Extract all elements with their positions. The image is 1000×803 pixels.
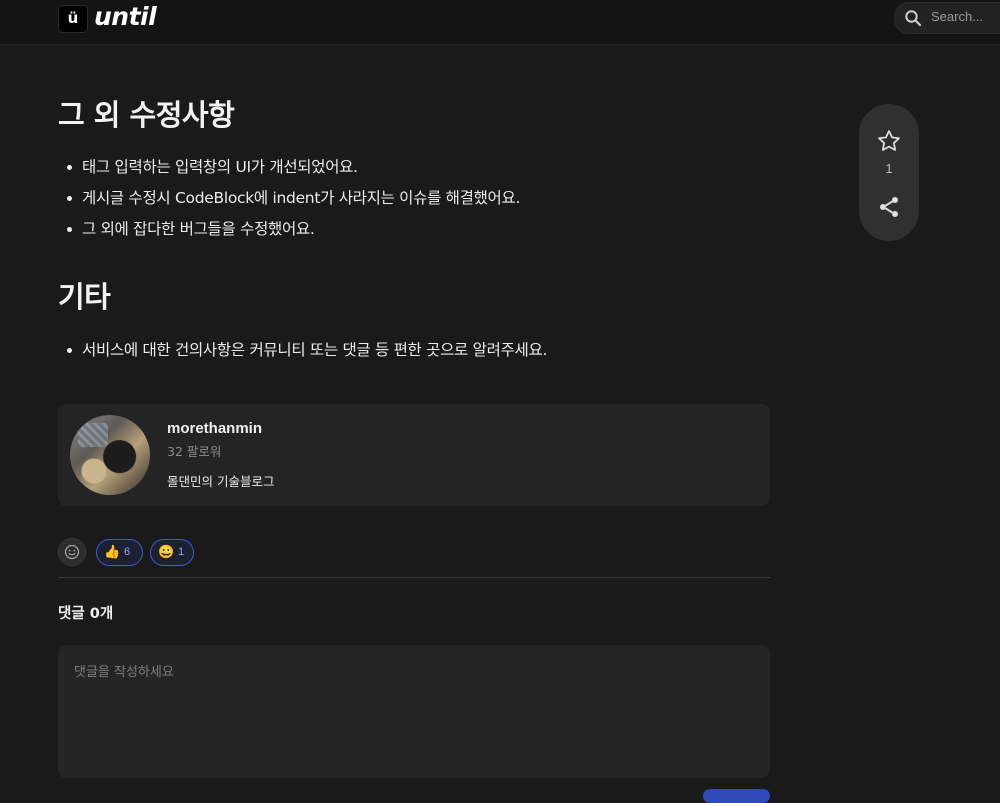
author-followers[interactable]: 32 팔로워	[167, 441, 221, 460]
share-icon[interactable]	[877, 195, 901, 219]
list-item: 서비스에 대한 건의사항은 커뮤니티 또는 댓글 등 편한 곳으로 알려주세요.	[58, 340, 547, 371]
comments-count-title: 댓글 0개	[58, 606, 114, 622]
fixes-list: 태그 입력하는 입력창의 UI가 개선되었어요. 게시글 수정시 CodeBlo…	[58, 157, 520, 250]
smiley-icon	[64, 544, 80, 560]
author-name[interactable]: morethanmin	[167, 420, 262, 437]
submit-comment-button[interactable]	[703, 789, 770, 803]
author-bio: 몰댄민의 기술블로그	[167, 474, 275, 489]
add-reaction-button[interactable]	[58, 538, 86, 566]
like-count: 1	[885, 161, 893, 176]
reaction-thumbs-up[interactable]: 👍 6	[96, 539, 143, 566]
author-avatar[interactable]	[70, 415, 150, 495]
thumbs-up-icon: 👍	[104, 544, 121, 559]
star-icon[interactable]	[876, 128, 902, 154]
logo-badge[interactable]: ü	[58, 5, 88, 33]
section-heading-etc: 기타	[58, 280, 111, 314]
top-header: ü until	[0, 0, 1000, 45]
section-heading-fixes: 그 외 수정사항	[58, 98, 235, 132]
search-icon	[905, 10, 922, 27]
author-card: morethanmin 32 팔로워 몰댄민의 기술블로그	[58, 404, 770, 506]
list-item: 태그 입력하는 입력창의 UI가 개선되었어요.	[58, 157, 520, 188]
list-item: 그 외에 잡다한 버그들을 수정했어요.	[58, 219, 520, 250]
divider	[58, 577, 770, 578]
list-item: 게시글 수정시 CodeBlock에 indent가 사라지는 이슈를 해결했어…	[58, 188, 520, 219]
etc-list: 서비스에 대한 건의사항은 커뮤니티 또는 댓글 등 편한 곳으로 알려주세요.	[58, 340, 547, 371]
search-input[interactable]	[931, 9, 1000, 24]
search-bar[interactable]	[894, 2, 1000, 34]
floating-action-panel: 1	[859, 104, 919, 241]
reaction-count: 6	[124, 546, 131, 558]
comment-input[interactable]	[58, 645, 770, 778]
reaction-count: 1	[178, 546, 185, 558]
reaction-smile[interactable]: 😀 1	[150, 539, 194, 566]
logo-wordmark[interactable]: until	[94, 2, 157, 31]
smile-emoji-icon: 😀	[158, 544, 175, 559]
